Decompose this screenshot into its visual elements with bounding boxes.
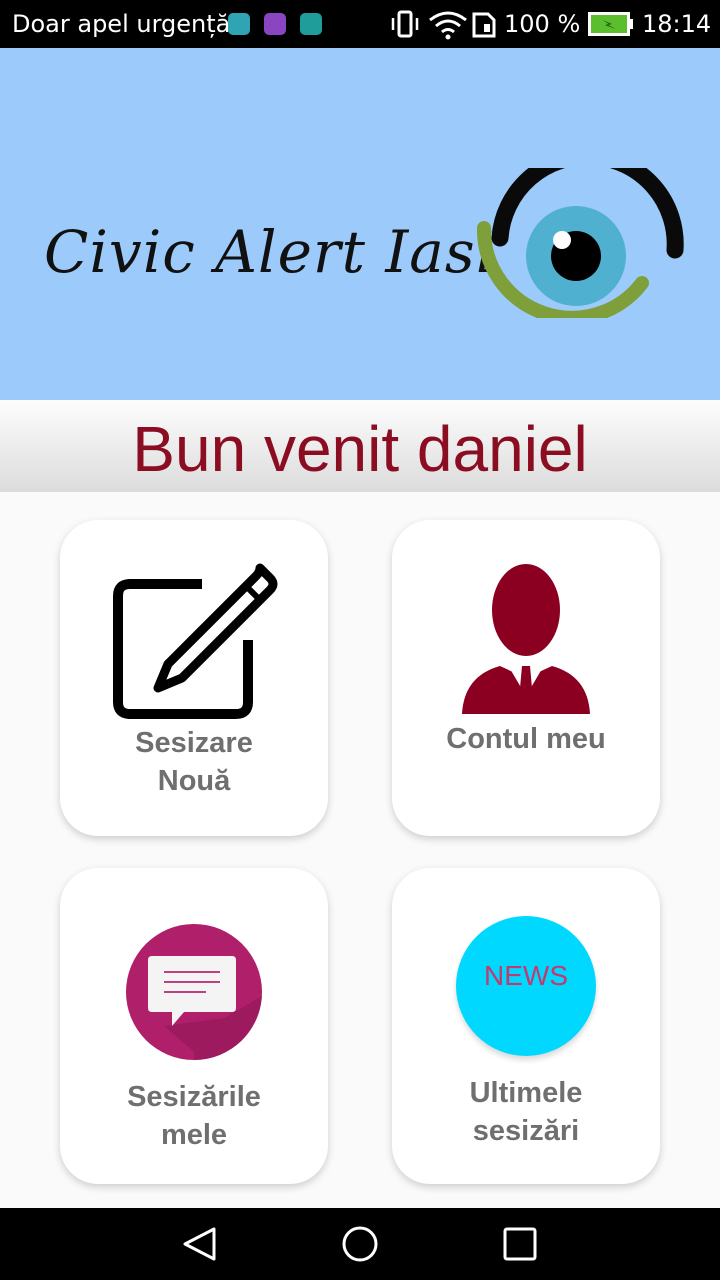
wifi-icon	[429, 11, 467, 40]
vibrate-icon	[391, 10, 419, 38]
news-icon: NEWS	[456, 916, 596, 1056]
battery-charging-icon	[588, 12, 633, 36]
eye-logo-icon	[476, 168, 684, 318]
user-account-icon	[462, 564, 590, 714]
welcome-text: Bun venit daniel	[132, 413, 588, 485]
shield-notification-icon	[300, 13, 322, 35]
my-reports-button[interactable]: Sesizările mele	[60, 868, 328, 1184]
recents-icon[interactable]	[502, 1226, 538, 1262]
edit-note-icon	[113, 563, 278, 719]
back-icon[interactable]	[180, 1226, 220, 1262]
app-notification-icon	[228, 13, 250, 35]
home-icon[interactable]	[340, 1226, 380, 1262]
app-logo-text: Civic Alert Iasi	[44, 218, 496, 286]
app-header: Civic Alert Iasi	[0, 48, 720, 400]
my-reports-label: Sesizările mele	[127, 1081, 261, 1151]
my-account-button[interactable]: Contul meu	[392, 520, 660, 836]
navigation-bar	[0, 1208, 720, 1280]
carrier-text: Doar apel urgență	[12, 10, 231, 38]
welcome-banner: Bun venit daniel	[0, 400, 720, 492]
my-account-label: Contul meu	[446, 723, 606, 755]
chat-bubble-icon	[126, 924, 262, 1061]
battery-percent: 100 %	[504, 10, 581, 38]
sim-icon	[472, 12, 496, 38]
clock: 18:14	[642, 10, 712, 38]
latest-reports-button[interactable]: NEWS Ultimele sesizări	[392, 868, 660, 1184]
status-bar: Doar apel urgență 100 % 18:14	[0, 0, 720, 48]
new-report-label: Sesizare Nouă	[135, 727, 253, 797]
gallery-notification-icon	[264, 13, 286, 35]
latest-reports-label: Ultimele sesizări	[469, 1077, 583, 1147]
new-report-button[interactable]: Sesizare Nouă	[60, 520, 328, 836]
